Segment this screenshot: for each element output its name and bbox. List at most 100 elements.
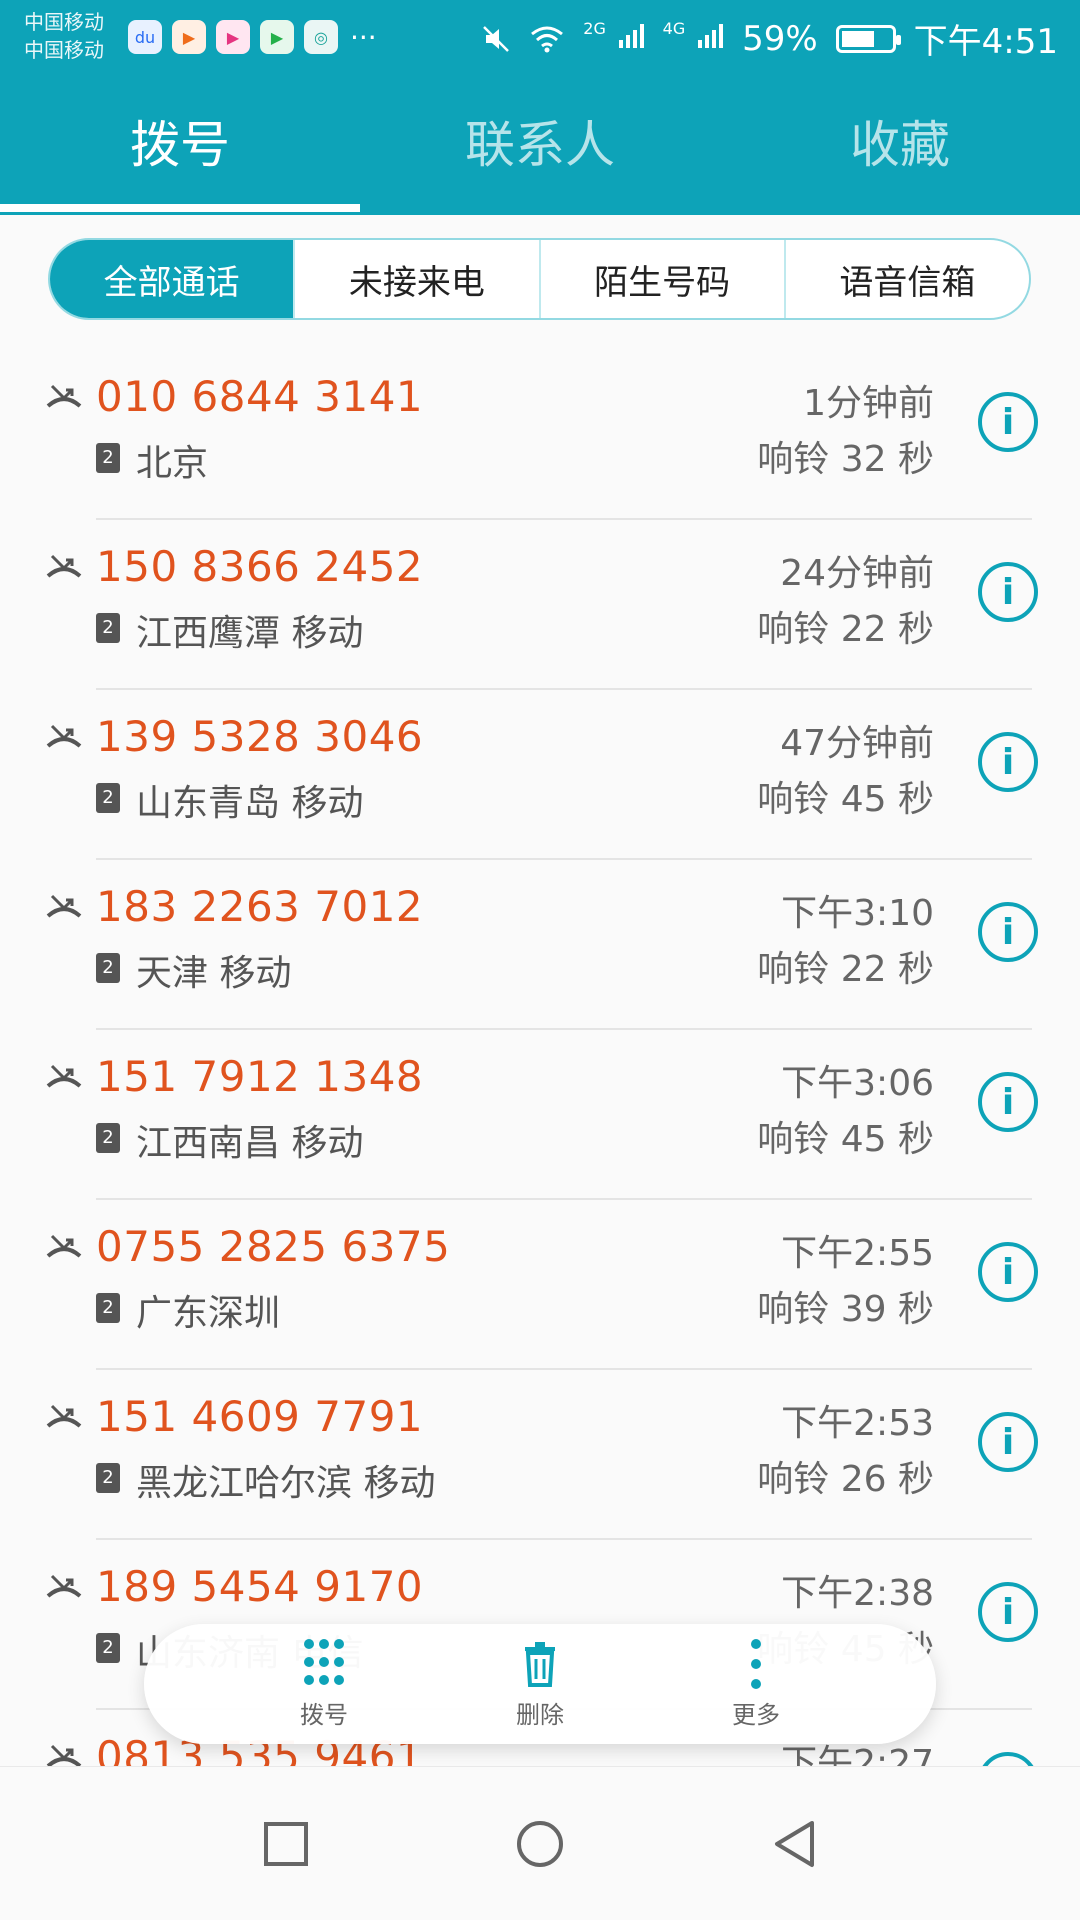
delete-button[interactable]: 删除 [480, 1624, 600, 1744]
sim-card-icon: 2 [96, 1293, 120, 1323]
filter-unknown-numbers[interactable]: 陌生号码 [541, 240, 786, 318]
call-row[interactable]: 151 7912 1348 2 江西南昌 移动 下午3:06 响铃 45 秒 i [0, 1030, 1080, 1200]
call-row[interactable]: 0755 2825 6375 2 广东深圳 下午2:55 响铃 39 秒 i [0, 1200, 1080, 1370]
system-nav-bar [0, 1766, 1080, 1920]
phone-number: 189 5454 9170 [96, 1562, 424, 1611]
more-notifications-icon: ··· [350, 20, 377, 54]
info-icon: i [1001, 1421, 1015, 1463]
call-time: 24分钟前 [780, 553, 934, 594]
ring-duration: 响铃 45 秒 [757, 1119, 934, 1160]
sim-card-icon: 2 [96, 443, 120, 473]
caller-location: 江西南昌 移动 [136, 1123, 364, 1164]
info-icon: i [1001, 401, 1015, 443]
filter-voicemail[interactable]: 语音信箱 [786, 240, 1029, 318]
dial-label: 拨号 [300, 1700, 348, 1729]
battery-fill [841, 30, 874, 47]
phone-number: 183 2263 7012 [96, 882, 424, 931]
missed-call-icon [46, 1574, 82, 1598]
sim-card-icon: 2 [96, 953, 120, 983]
missed-call-icon [46, 724, 82, 748]
caller-location: 山东青岛 移动 [136, 783, 364, 824]
dial-button[interactable]: 拨号 [264, 1624, 384, 1744]
call-row[interactable]: 150 8366 2452 2 江西鹰潭 移动 24分钟前 响铃 22 秒 i [0, 520, 1080, 690]
recents-button[interactable] [259, 1817, 313, 1871]
phone-number: 010 6844 3141 [96, 372, 424, 421]
wifi-icon [531, 26, 564, 52]
tab-dial[interactable]: 拨号 [0, 95, 360, 212]
call-info-button[interactable]: i [978, 1072, 1038, 1132]
ring-duration: 响铃 32 秒 [757, 439, 934, 480]
call-time: 下午2:38 [781, 1573, 934, 1614]
sim-card-icon: 2 [96, 1123, 120, 1153]
ring-duration: 响铃 22 秒 [757, 609, 934, 650]
info-icon: i [1001, 741, 1015, 783]
circle-icon [517, 1820, 563, 1867]
caller-location: 黑龙江哈尔滨 移动 [136, 1463, 436, 1504]
tab-favorites[interactable]: 收藏 [720, 95, 1080, 205]
info-icon: i [1001, 911, 1015, 953]
call-row[interactable]: 139 5328 3046 2 山东青岛 移动 47分钟前 响铃 45 秒 i [0, 690, 1080, 860]
system-indicators: 2G 4G 59% 下午4:51 [481, 14, 1058, 63]
call-info-button[interactable]: i [978, 1242, 1038, 1302]
caller-location: 北京 [136, 443, 209, 484]
call-time: 1分钟前 [803, 383, 934, 424]
mute-icon [483, 25, 510, 52]
call-row[interactable]: 183 2263 7012 2 天津 移动 下午3:10 响铃 22 秒 i [0, 860, 1080, 1030]
sim-card-icon: 2 [96, 613, 120, 643]
ring-duration: 响铃 45 秒 [757, 779, 934, 820]
delete-label: 删除 [516, 1700, 564, 1729]
call-info-button[interactable]: i [978, 902, 1038, 962]
call-info-button[interactable]: i [978, 392, 1038, 452]
notification-app-icons: du ▶ ▶ ▶ ◎ ··· [128, 20, 377, 54]
phone-number: 150 8366 2452 [96, 542, 424, 591]
phone-number: 139 5328 3046 [96, 712, 424, 761]
phone-number: 151 4609 7791 [96, 1392, 424, 1441]
ring-duration: 响铃 26 秒 [757, 1459, 934, 1500]
browser-app-icon: ◎ [304, 20, 338, 54]
call-time: 下午2:55 [781, 1233, 934, 1274]
missed-call-icon [46, 1234, 82, 1258]
square-icon [264, 1821, 308, 1866]
call-row[interactable]: 010 6844 3141 2 北京 1分钟前 响铃 32 秒 i [0, 350, 1080, 520]
info-icon: i [1001, 1081, 1015, 1123]
baidu-app-icon: du [128, 20, 162, 54]
home-button[interactable] [513, 1817, 567, 1871]
call-row[interactable]: 151 4609 7791 2 黑龙江哈尔滨 移动 下午2:53 响铃 26 秒… [0, 1370, 1080, 1540]
battery-percent: 59% [742, 18, 818, 59]
signal-4g-indicator: 4G [663, 19, 724, 59]
more-label: 更多 [732, 1700, 780, 1729]
back-triangle-icon [775, 1820, 814, 1867]
call-time: 下午3:10 [781, 893, 934, 934]
caller-location: 江西鹰潭 移动 [136, 613, 364, 654]
call-info-button[interactable]: i [978, 562, 1038, 622]
missed-call-icon [46, 1404, 82, 1428]
call-time: 47分钟前 [780, 723, 934, 764]
filter-all-calls[interactable]: 全部通话 [50, 240, 296, 318]
phone-number: 151 7912 1348 [96, 1052, 424, 1101]
clock: 下午4:51 [913, 22, 1058, 62]
dialpad-icon [299, 1638, 349, 1689]
more-button[interactable]: 更多 [696, 1624, 816, 1744]
sim-card-icon: 2 [96, 783, 120, 813]
call-info-button[interactable]: i [978, 1582, 1038, 1642]
info-icon: i [1001, 571, 1015, 613]
battery-icon [835, 24, 901, 53]
main-tabs: 拨号 联系人 收藏 [0, 95, 1080, 212]
call-info-button[interactable]: i [978, 732, 1038, 792]
caller-location: 广东深圳 [136, 1293, 281, 1334]
sim-card-icon: 2 [96, 1463, 120, 1493]
sim-card-icon: 2 [96, 1633, 120, 1663]
missed-call-icon [46, 1064, 82, 1088]
missed-call-icon [46, 554, 82, 578]
trash-icon [525, 1641, 555, 1687]
call-info-button[interactable]: i [978, 1412, 1038, 1472]
tab-contacts[interactable]: 联系人 [360, 95, 720, 205]
carrier-2: 中国移动 [24, 38, 104, 62]
filter-missed-calls[interactable]: 未接来电 [295, 240, 541, 318]
bottom-action-bar: 拨号 删除 更多 [144, 1624, 936, 1744]
back-button[interactable] [767, 1817, 821, 1871]
player-app-icon: ▶ [260, 20, 294, 54]
call-time: 下午2:53 [781, 1403, 934, 1444]
ring-duration: 响铃 22 秒 [757, 949, 934, 990]
signal-icon [698, 23, 724, 48]
